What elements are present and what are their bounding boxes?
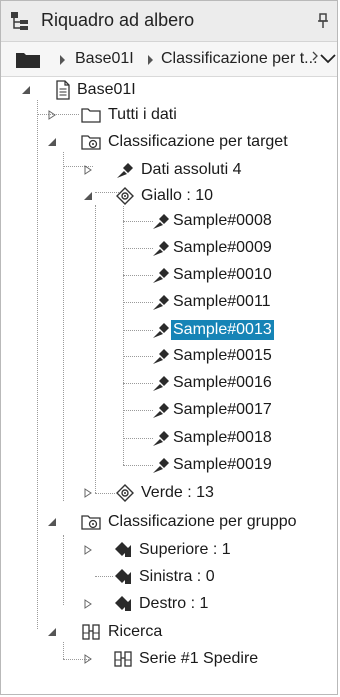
tree-connector — [123, 206, 124, 465]
expand-icon[interactable] — [83, 165, 93, 175]
binoculars-icon — [114, 651, 132, 667]
tree-node-label: Destro : 1 — [139, 595, 209, 612]
tree-node-label: Sample#0017 — [173, 401, 272, 418]
sample-icon — [153, 295, 169, 310]
tree-node-label: Sample#0019 — [173, 456, 272, 473]
tree-connector — [123, 330, 153, 331]
tree-node-label: Sample#0009 — [173, 239, 272, 256]
chevron-down-icon[interactable] — [311, 46, 337, 72]
tree-panel: Riquadro ad albero Base01I Classificazio… — [0, 0, 338, 695]
folder-icon[interactable] — [15, 51, 41, 69]
tree-node-label: Sample#0016 — [173, 374, 272, 391]
pin-icon[interactable] — [317, 13, 329, 29]
tree-connector — [123, 410, 153, 411]
collapse-icon[interactable] — [21, 85, 31, 95]
tree-connector — [95, 493, 115, 494]
binoculars-icon — [82, 624, 100, 640]
target-icon — [116, 187, 134, 205]
breadcrumb-item-base[interactable]: Base01I — [75, 50, 134, 68]
sample-icon — [117, 163, 133, 178]
breadcrumb-item-classification[interactable]: Classificazione per t... — [161, 50, 318, 68]
tree-connector — [63, 642, 64, 659]
tree-view-icon — [11, 12, 28, 30]
chevron-right-icon — [148, 55, 153, 65]
tree-node-label: Tutti i dati — [108, 106, 177, 123]
sample-icon — [153, 431, 169, 446]
tree-connector — [63, 535, 64, 605]
sample-icon — [153, 403, 169, 418]
sample-icon — [153, 376, 169, 391]
sample-icon — [153, 214, 169, 229]
tree-node-label-selected: Sample#0013 — [171, 320, 274, 340]
tree-node-label: Sinistra : 0 — [139, 568, 215, 585]
tree-node-label: Giallo : 10 — [141, 187, 214, 204]
tree-node-label: Classificazione per target — [108, 133, 288, 150]
classification-folder-icon — [81, 135, 101, 150]
tree-connector — [95, 576, 113, 577]
target-icon — [116, 484, 134, 502]
expand-icon[interactable] — [83, 599, 93, 609]
tree-node-label: Dati assoluti 4 — [141, 161, 242, 178]
group-icon — [115, 569, 131, 584]
collapse-icon[interactable] — [83, 191, 93, 201]
tree-node-label: Sample#0018 — [173, 429, 272, 446]
tree-node-label: Serie #1 Spedire — [139, 650, 259, 667]
tree-node-label: Ricerca — [108, 623, 163, 640]
collapse-icon[interactable] — [47, 137, 57, 147]
sample-icon — [153, 323, 169, 338]
classification-folder-icon — [81, 515, 101, 530]
tree-connector — [37, 100, 38, 629]
tree-connector — [63, 152, 64, 501]
tree-connector — [37, 114, 79, 115]
tree-connector — [95, 205, 96, 493]
tree-connector — [123, 275, 153, 276]
group-icon — [115, 542, 131, 557]
expand-icon[interactable] — [83, 545, 93, 555]
tree-connector — [123, 465, 153, 466]
tree-connector — [123, 356, 153, 357]
expand-icon[interactable] — [83, 488, 93, 498]
sample-icon — [153, 268, 169, 283]
expand-icon[interactable] — [83, 654, 93, 664]
document-icon — [56, 80, 70, 100]
tree-node-label: Sample#0011 — [173, 293, 271, 310]
collapse-icon[interactable] — [47, 627, 57, 637]
sample-icon — [153, 349, 169, 364]
tree-node-label: Sample#0008 — [173, 212, 272, 229]
sample-icon — [153, 241, 169, 256]
tree-view: Base01I Tutti i dati Classificazione per… — [1, 77, 337, 697]
sample-icon — [153, 458, 169, 473]
breadcrumb: Base01I Classificazione per t... — [1, 42, 337, 77]
tree-node-label: Base01I — [77, 81, 136, 98]
tree-connector — [123, 221, 153, 222]
collapse-icon[interactable] — [47, 517, 57, 527]
tree-connector — [123, 248, 153, 249]
panel-title-bar: Riquadro ad albero — [1, 1, 337, 42]
tree-node-label: Classificazione per gruppo — [108, 513, 297, 530]
tree-node-label: Verde : 13 — [141, 484, 214, 501]
tree-connector — [123, 383, 153, 384]
panel-title: Riquadro ad albero — [41, 10, 195, 30]
tree-node-label: Sample#0015 — [173, 347, 272, 364]
folder-outline-icon — [81, 108, 101, 123]
tree-node-label: Sample#0010 — [173, 266, 272, 283]
chevron-right-icon — [60, 55, 65, 65]
tree-node-label: Superiore : 1 — [139, 541, 231, 558]
tree-connector — [123, 302, 153, 303]
group-icon — [115, 596, 131, 611]
tree-connector — [123, 438, 153, 439]
expand-icon[interactable] — [47, 110, 57, 120]
